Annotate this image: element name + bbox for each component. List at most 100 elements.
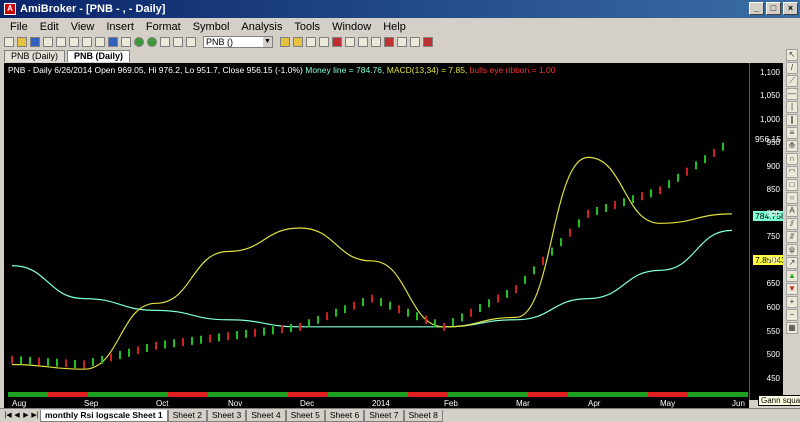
menu-tools[interactable]: Tools (288, 21, 326, 33)
y-tick-label: 500 (766, 350, 780, 360)
copy-icon[interactable] (82, 37, 92, 47)
horizontal-line-icon[interactable]: — (786, 88, 798, 100)
indicator-icon[interactable] (280, 37, 290, 47)
up-arrow-icon[interactable]: ▲ (786, 270, 798, 282)
menu-window[interactable]: Window (326, 21, 377, 33)
zoom-in-icon[interactable]: + (786, 296, 798, 308)
cycles-icon[interactable]: ∩ (786, 153, 798, 165)
menu-help[interactable]: Help (377, 21, 412, 33)
price-candle (56, 358, 58, 367)
tab-pnb-daily-1[interactable]: PNB (Daily) (4, 50, 66, 62)
y-axis[interactable]: 956.15 784.758 7.85043 1,100 1,050 1,000 95… (749, 63, 783, 400)
pen-color-icon[interactable] (384, 37, 394, 47)
ribbon-segment (128, 392, 138, 397)
brush-icon[interactable] (397, 37, 407, 47)
menu-symbol[interactable]: Symbol (187, 21, 236, 33)
maximize-button[interactable]: □ (766, 2, 781, 15)
scan-icon[interactable] (306, 37, 316, 47)
refresh-icon[interactable] (108, 37, 118, 47)
sheet-prev-icon[interactable]: ◀ (13, 411, 21, 421)
tab-pnb-daily-2[interactable]: PNB (Daily) (67, 50, 131, 62)
chart-pane[interactable]: PNB - Daily 6/26/2014 Open 969.05, Hi 97… (4, 63, 783, 400)
ray-icon[interactable]: ⟋ (786, 75, 798, 87)
ribbon-segment (138, 392, 148, 397)
y-tick-label: 550 (766, 326, 780, 336)
ribbon-segment (28, 392, 38, 397)
price-chart[interactable] (4, 63, 749, 400)
channel-icon[interactable]: ⫻ (786, 231, 798, 243)
print-icon[interactable] (43, 37, 53, 47)
grid-icon[interactable] (358, 37, 368, 47)
chevron-down-icon[interactable]: ▼ (263, 37, 272, 47)
sheet-tab-4[interactable]: Sheet 4 (246, 409, 286, 422)
formula-icon[interactable] (293, 37, 303, 47)
minimize-button[interactable]: _ (749, 2, 764, 15)
gann-square-icon[interactable]: ▦ (786, 322, 798, 334)
ribbon-segment (238, 392, 248, 397)
text-icon[interactable]: A (786, 205, 798, 217)
price-candle (488, 299, 490, 308)
ribbon-segment (348, 392, 358, 397)
sheet-tab-7[interactable]: Sheet 7 (364, 409, 404, 422)
sheet-tab-8[interactable]: Sheet 8 (403, 409, 443, 422)
regression-icon[interactable]: ⫽ (786, 218, 798, 230)
rectangle-icon[interactable]: □ (786, 179, 798, 191)
cut-icon[interactable] (69, 37, 79, 47)
back-icon[interactable] (134, 37, 144, 47)
ribbon-segment (198, 392, 208, 397)
print-preview-icon[interactable] (56, 37, 66, 47)
open-icon[interactable] (17, 37, 27, 47)
symbol-icon[interactable] (186, 37, 196, 47)
vertical-line-icon[interactable]: | (786, 101, 798, 113)
sheet-tab-3[interactable]: Sheet 3 (206, 409, 247, 422)
sheet-next-icon[interactable]: ▶ (22, 411, 30, 421)
sheet-tab-2[interactable]: Sheet 2 (167, 409, 207, 422)
symbol-select[interactable]: PNB () ▼ (203, 36, 273, 48)
menu-analysis[interactable]: Analysis (235, 21, 288, 33)
bar-chart-icon[interactable] (371, 37, 381, 47)
price-candle (137, 346, 139, 355)
y-tick-label: 850 (766, 185, 780, 195)
arrow-icon[interactable]: ↗ (786, 257, 798, 269)
new-icon[interactable] (4, 37, 14, 47)
stop-icon[interactable] (173, 37, 183, 47)
chart-icon[interactable] (345, 37, 355, 47)
paste-icon[interactable] (95, 37, 105, 47)
forward-icon[interactable] (147, 37, 157, 47)
zoom-out-icon[interactable]: − (786, 309, 798, 321)
fibonacci-icon[interactable]: ≡ (786, 127, 798, 139)
explore-icon[interactable] (319, 37, 329, 47)
parallel-lines-icon[interactable]: ∥ (786, 114, 798, 126)
trendline-icon[interactable]: / (786, 62, 798, 74)
gann-fan-icon[interactable]: ⟰ (786, 140, 798, 152)
save-icon[interactable] (30, 37, 40, 47)
select-arrow-icon[interactable]: ↖ (786, 49, 798, 61)
menu-format[interactable]: Format (140, 21, 187, 33)
menu-insert[interactable]: Insert (100, 21, 140, 33)
x-tick-label: Oct (156, 399, 169, 408)
down-arrow-icon[interactable]: ▼ (786, 283, 798, 295)
pitchfork-icon[interactable]: ψ (786, 244, 798, 256)
menu-file[interactable]: File (4, 21, 34, 33)
magnet-icon[interactable] (423, 37, 433, 47)
sheet-tab-5[interactable]: Sheet 5 (285, 409, 325, 422)
arc-icon[interactable]: ◠ (786, 166, 798, 178)
menu-edit[interactable]: Edit (34, 21, 65, 33)
menu-view[interactable]: View (65, 21, 101, 33)
sheet-last-icon[interactable]: ▶| (31, 411, 39, 421)
erase-icon[interactable] (410, 37, 420, 47)
price-candle (650, 189, 652, 198)
help-icon[interactable] (121, 37, 131, 47)
close-button[interactable]: × (783, 2, 798, 15)
sheet-first-icon[interactable]: |◀ (4, 411, 12, 421)
ellipse-icon[interactable]: ○ (786, 192, 798, 204)
sheet-tab-6[interactable]: Sheet 6 (324, 409, 365, 422)
info-icon[interactable] (160, 37, 170, 47)
hammer-icon[interactable] (332, 37, 342, 47)
ribbon-segment (68, 392, 78, 397)
ribbon-segment (638, 392, 648, 397)
ribbon-segment (408, 392, 418, 397)
x-tick-label: Aug (12, 399, 27, 408)
sheet-tab-1[interactable]: monthly Rsi logscale Sheet 1 (40, 409, 168, 422)
price-candle (659, 186, 661, 195)
